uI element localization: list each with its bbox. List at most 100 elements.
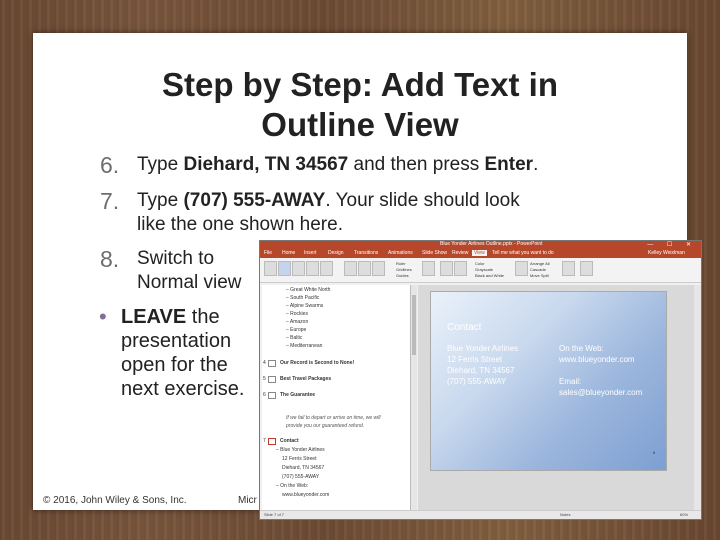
outline-line[interactable]: (707) 555-AWAY bbox=[282, 474, 319, 480]
outline-line[interactable]: – Great White North bbox=[286, 287, 330, 293]
zoom-button[interactable] bbox=[440, 261, 453, 276]
handout-master-button[interactable] bbox=[358, 261, 371, 276]
step-bold: Diehard, TN 34567 bbox=[183, 154, 349, 175]
outline-line[interactable]: – Europe bbox=[286, 327, 306, 333]
step-text: . bbox=[533, 154, 539, 175]
slide-icon[interactable] bbox=[268, 360, 276, 367]
tab-home[interactable]: Home bbox=[282, 250, 295, 256]
status-zoom[interactable]: 60% bbox=[680, 512, 688, 517]
step-number: 6. bbox=[100, 152, 120, 178]
scrollbar-thumb[interactable] bbox=[412, 295, 416, 355]
outline-body-text[interactable]: provide you our guaranteed refund. bbox=[286, 423, 364, 429]
tab-view[interactable]: View bbox=[472, 250, 487, 256]
notes-button[interactable] bbox=[422, 261, 435, 276]
step-text: like the one shown here. bbox=[137, 214, 343, 235]
gridlines-checkbox[interactable]: Gridlines bbox=[396, 267, 412, 272]
outline-slide-title[interactable]: The Guarantee bbox=[280, 392, 315, 398]
contact-slide-preview[interactable]: Contact Blue Yonder Airlines 12 Ferris S… bbox=[430, 291, 667, 471]
bullet-text: open for the bbox=[121, 354, 228, 376]
preview-slide-number: 6 bbox=[653, 450, 656, 455]
outline-view-button[interactable] bbox=[278, 261, 291, 276]
preview-text: 12 Ferris Street bbox=[447, 355, 503, 364]
preview-text: Email: bbox=[559, 377, 582, 386]
footer-middle: Micr bbox=[238, 495, 257, 506]
preview-text: sales@blueyonder.com bbox=[559, 388, 643, 397]
outline-slide-number: 6 bbox=[263, 392, 266, 398]
tab-review[interactable]: Review bbox=[452, 250, 468, 256]
outline-line[interactable]: 12 Ferris Street bbox=[282, 456, 316, 462]
bullet-text: presentation bbox=[121, 330, 232, 352]
move-split-option[interactable]: Move Split bbox=[530, 273, 549, 278]
notes-master-button[interactable] bbox=[372, 261, 385, 276]
ribbon-tabs: File Home Insert Design Transitions Anim… bbox=[260, 249, 701, 258]
preview-text: Blue Yonder Airlines bbox=[447, 344, 519, 353]
outline-line[interactable]: – Rockies bbox=[286, 311, 308, 317]
bullet-leave: • LEAVE the presentation open for the ne… bbox=[99, 305, 245, 401]
normal-view-button[interactable] bbox=[264, 261, 277, 276]
outline-line[interactable]: – Baltic bbox=[286, 335, 302, 341]
step-text: Type bbox=[137, 154, 184, 175]
outline-line[interactable]: – Amazon bbox=[286, 319, 308, 325]
canvas-scrollbar[interactable] bbox=[694, 285, 701, 519]
preview-text: Diehard, TN 34567 bbox=[447, 366, 515, 375]
outline-line[interactable]: – South Pacific bbox=[286, 295, 319, 301]
outline-line[interactable]: www.blueyonder.com bbox=[282, 492, 329, 498]
reading-view-button[interactable] bbox=[320, 261, 333, 276]
slide-icon[interactable] bbox=[268, 438, 276, 445]
outline-slide-title[interactable]: Contact bbox=[280, 438, 299, 444]
outline-body-text[interactable]: If we fail to depart or arrive on time, … bbox=[286, 415, 380, 421]
preview-text: www.blueyonder.com bbox=[559, 355, 635, 364]
outline-pane[interactable]: – Great White North – South Pacific – Al… bbox=[262, 285, 411, 517]
grayscale-option[interactable]: Grayscale bbox=[475, 267, 493, 272]
slide-master-button[interactable] bbox=[344, 261, 357, 276]
new-window-button[interactable] bbox=[515, 261, 528, 276]
window-controls[interactable]: — ☐ ✕ bbox=[647, 241, 697, 248]
tab-transitions[interactable]: Transitions bbox=[354, 250, 378, 256]
bullet-text: next exercise. bbox=[121, 378, 245, 400]
outline-slide-number: 4 bbox=[263, 360, 266, 366]
black-white-option[interactable]: Black and White bbox=[475, 273, 504, 278]
macros-button[interactable] bbox=[580, 261, 593, 276]
outline-scrollbar[interactable] bbox=[411, 285, 417, 517]
guides-checkbox[interactable]: Guides bbox=[396, 273, 409, 278]
bullet-bold: LEAVE bbox=[121, 306, 187, 328]
status-notes-button[interactable]: Notes bbox=[560, 512, 570, 517]
preview-text: (707) 555-AWAY bbox=[447, 377, 507, 386]
tab-slide-show[interactable]: Slide Show bbox=[422, 250, 447, 256]
slide-icon[interactable] bbox=[268, 392, 276, 399]
title-line-2: Outline View bbox=[261, 106, 459, 143]
outline-line[interactable]: – On the Web: bbox=[276, 483, 308, 489]
outline-line[interactable]: – Alpine Swarms bbox=[286, 303, 323, 309]
status-slide-count: Slide 7 of 7 bbox=[264, 512, 285, 517]
tab-animations[interactable]: Animations bbox=[388, 250, 413, 256]
step-bold: Enter bbox=[484, 154, 534, 175]
step-text: and then press bbox=[348, 154, 485, 175]
outline-line[interactable]: Diehard, TN 34567 bbox=[282, 465, 324, 471]
tab-insert[interactable]: Insert bbox=[304, 250, 317, 256]
outline-slide-title[interactable]: Our Record is Second to None! bbox=[280, 360, 354, 366]
ruler-checkbox[interactable]: Ruler bbox=[396, 261, 406, 266]
outline-line[interactable]: – Mediterranean bbox=[286, 343, 322, 349]
tab-design[interactable]: Design bbox=[328, 250, 344, 256]
tell-me-box[interactable]: Tell me what you want to do bbox=[492, 250, 554, 256]
fit-to-window-button[interactable] bbox=[454, 261, 467, 276]
outline-slide-title[interactable]: Best Travel Packages bbox=[280, 376, 331, 382]
preview-heading: Contact bbox=[447, 322, 482, 333]
step-text: Switch to bbox=[137, 248, 215, 269]
slide-sorter-button[interactable] bbox=[292, 261, 305, 276]
notes-page-button[interactable] bbox=[306, 261, 319, 276]
bullet-text: the bbox=[186, 306, 220, 328]
step-text: . Your slide should look bbox=[325, 190, 520, 211]
color-option[interactable]: Color bbox=[475, 261, 485, 266]
switch-windows-button[interactable] bbox=[562, 261, 575, 276]
cascade-option[interactable]: Cascade bbox=[530, 267, 546, 272]
outline-line[interactable]: – Blue Yonder Airlines bbox=[276, 447, 325, 453]
account-name[interactable]: Kelley Weixlman bbox=[648, 250, 685, 256]
arrange-all-option[interactable]: Arrange All bbox=[530, 261, 550, 266]
slide-icon[interactable] bbox=[268, 376, 276, 383]
step-text: Normal view bbox=[137, 272, 242, 293]
step-6: 6. Type Diehard, TN 34567 and then press… bbox=[100, 153, 539, 177]
outline-slide-number: 7 bbox=[263, 438, 266, 444]
tab-file[interactable]: File bbox=[264, 250, 272, 256]
powerpoint-screenshot: Blue Yonder Airlines Outline.pptx - Powe… bbox=[259, 240, 702, 520]
